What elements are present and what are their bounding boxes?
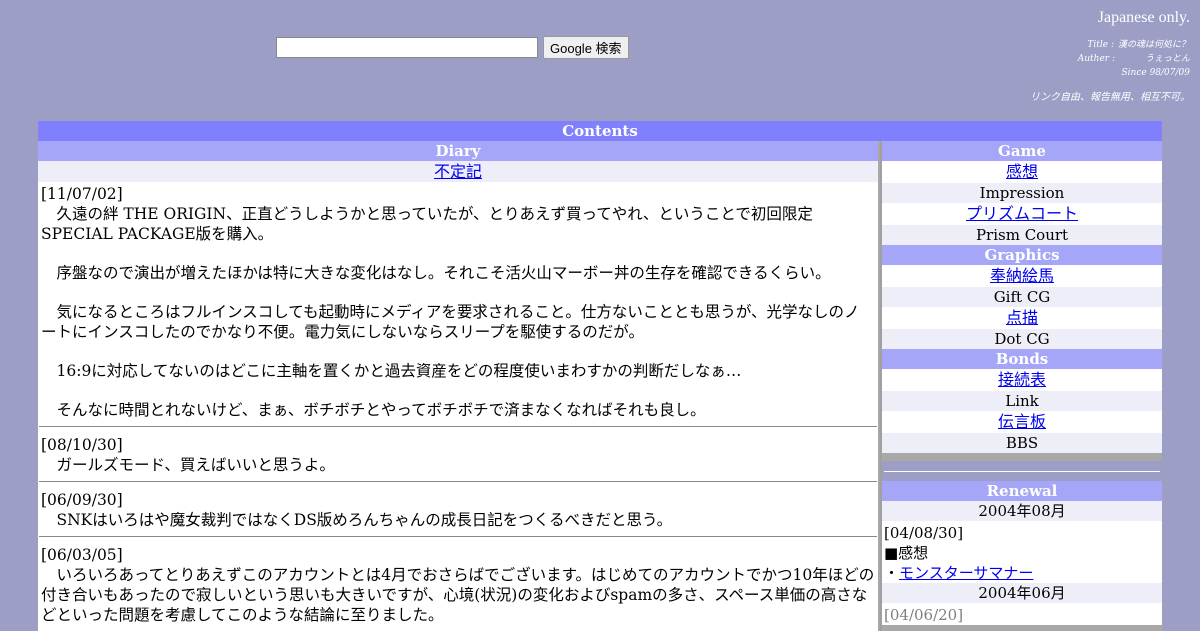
entry-text: 気になるところはフルインスコしても起動時にメディアを要求されること。仕方ないこと… [41, 303, 860, 341]
renewal-heading: Renewal [882, 481, 1162, 501]
bullet: ・ [884, 564, 900, 582]
diary-heading: Diary [38, 141, 878, 161]
sidebar-item-link: 接続表 [882, 369, 1162, 391]
diary-entry: [06/09/30] SNKはいろはや魔女裁判ではなくDS版めろんちゃんの成長日… [39, 482, 877, 537]
link-page-link[interactable]: 接続表 [998, 370, 1046, 389]
entry-date: [06/09/30] [41, 491, 123, 509]
contents-table: Contents Diary 不定記 [11/07/02] 久遠の絆 THE O… [38, 121, 1162, 631]
renewal-entry: [04/06/20] [882, 603, 1162, 625]
bbs-sublabel: BBS [882, 433, 1162, 453]
diary-link-row: 不定記 [38, 161, 878, 182]
diary-link[interactable]: 不定記 [434, 162, 482, 181]
divider-line [884, 470, 1160, 472]
renewal-date: [04/06/20] [884, 606, 964, 624]
impression-link[interactable]: 感想 [1006, 162, 1038, 181]
renewal-month: 2004年06月 [882, 583, 1162, 603]
google-search-button[interactable]: Google 検索 [543, 36, 629, 59]
entry-text: 久遠の絆 THE ORIGIN、正直どうしようかと思っていたが、とりあえず買って… [41, 205, 813, 243]
renewal-entry: [04/08/30] ■感想 ・モンスターサマナー [882, 521, 1162, 583]
diary-entry: [06/03/05] いろいろあってとりあえずこのアカウントとは4月でおさらばで… [39, 537, 877, 631]
dot-cg-link[interactable]: 点描 [1006, 308, 1038, 327]
game-heading: Game [882, 141, 1162, 161]
renewal-date: [04/08/30] [884, 524, 964, 542]
impression-sublabel: Impression [882, 183, 1162, 203]
sidebar-item-dot-cg: 点描 [882, 307, 1162, 329]
contents-heading: Contents [38, 121, 1162, 141]
site-info: Title : 漢の魂は何処に？ Auther : うぇっとん Since 98/0… [1078, 38, 1190, 80]
entry-date: [06/03/05] [41, 546, 123, 564]
renewal-item: ・モンスターサマナー [884, 563, 1160, 583]
graphics-heading: Graphics [882, 245, 1162, 265]
since-date: Since 98/07/09 [1121, 68, 1191, 78]
sidebar-item-prism-court: プリズムコート [882, 203, 1162, 225]
diary-column: Diary 不定記 [11/07/02] 久遠の絆 THE ORIGIN、正直ど… [38, 141, 880, 631]
prism-court-sublabel: Prism Court [882, 225, 1162, 245]
author-name: うぇっとん [1144, 54, 1190, 64]
renewal-month: 2004年08月 [882, 501, 1162, 521]
site-title: 漢の魂は何処に？ [1117, 40, 1190, 50]
divider [882, 461, 1162, 481]
section-separator [882, 453, 1162, 461]
search-input[interactable] [276, 37, 538, 58]
entry-date: [08/10/30] [41, 436, 123, 454]
renewal-category: ■感想 [884, 544, 929, 562]
entry-text: 16:9に対応してないのはどこに主軸を置くかと過去資産をどの程度使いまわすかの判… [56, 362, 742, 380]
author-label: Auther : [1077, 54, 1115, 64]
entry-text: いろいろあってとりあえずこのアカウントとは4月でおさらばでございます。はじめての… [41, 566, 875, 624]
diary-entry: [08/10/30] ガールズモード、買えばいいと思うよ。 [39, 427, 877, 482]
link-policy: リンク自由、報告無用、相互不可。 [1030, 92, 1190, 103]
sidebar-item-impression: 感想 [882, 161, 1162, 183]
diary-entry: [11/07/02] 久遠の絆 THE ORIGIN、正直どうしようかと思ってい… [39, 182, 877, 427]
entry-text: そんなに時間とれないけど、まぁ、ボチボチとやってボチボチで済まなくなればそれも良… [56, 401, 706, 419]
gift-cg-sublabel: Gift CG [882, 287, 1162, 307]
title-label: Title : [1087, 40, 1114, 50]
japanese-only-notice: Japanese only. [1097, 9, 1190, 26]
bonds-heading: Bonds [882, 349, 1162, 369]
sidebar-column: Game 感想 Impression プリズムコート Prism Court G… [882, 141, 1162, 631]
sidebar-item-gift-cg: 奉納絵馬 [882, 265, 1162, 287]
contents-columns: Diary 不定記 [11/07/02] 久遠の絆 THE ORIGIN、正直ど… [38, 141, 1162, 631]
sidebar-item-bbs: 伝言板 [882, 411, 1162, 433]
entry-text: SNKはいろはや魔女裁判ではなくDS版めろんちゃんの成長日記をつくるべきだと思う… [56, 511, 673, 529]
dot-cg-sublabel: Dot CG [882, 329, 1162, 349]
bbs-link[interactable]: 伝言板 [998, 412, 1046, 431]
link-sublabel: Link [882, 391, 1162, 411]
entry-text: ガールズモード、買えばいいと思うよ。 [56, 456, 335, 474]
prism-court-link[interactable]: プリズムコート [966, 204, 1078, 223]
google-search-form: Google 検索 [276, 36, 629, 59]
entry-date: [11/07/02] [41, 185, 123, 203]
entry-text: 序盤なので演出が増えたほかは特に大きな変化はなし。それこそ活火山マーボー丼の生存… [56, 264, 831, 282]
monster-summoner-link[interactable]: モンスターサマナー [899, 564, 1033, 582]
gift-cg-link[interactable]: 奉納絵馬 [990, 266, 1054, 285]
